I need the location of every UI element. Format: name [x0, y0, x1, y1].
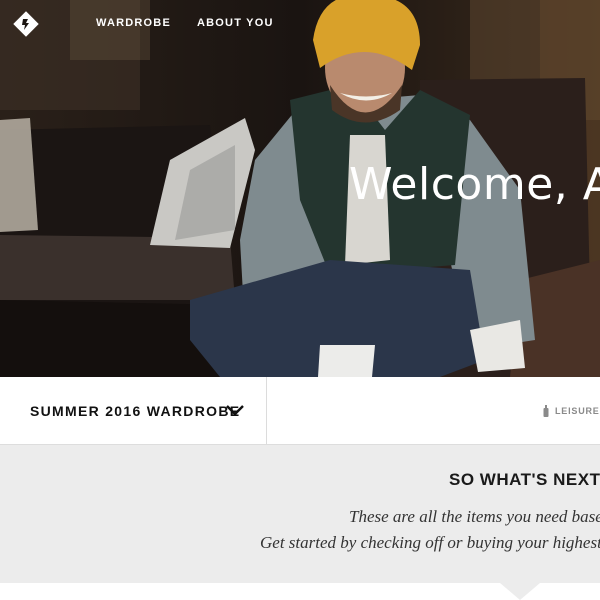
brand-logo-icon[interactable]	[13, 11, 39, 37]
nav-item-about-you[interactable]: ABOUT YOU	[197, 17, 274, 29]
wardrobe-selector-label: SUMMER 2016 WARDROBE	[30, 403, 241, 419]
whats-next-title: SO WHAT'S NEXT?	[449, 470, 600, 489]
bottle-icon	[543, 405, 549, 417]
whats-next-section: SO WHAT'S NEXT? These are all the items …	[0, 445, 600, 585]
category-leisure-label: LEISURE	[555, 406, 600, 416]
chevron-down-icon	[226, 405, 244, 416]
whats-next-line-1: These are all the items you need based o	[349, 507, 600, 526]
welcome-heading: Welcome, An	[349, 159, 600, 210]
wardrobe-bar: SUMMER 2016 WARDROBE LEISURE	[0, 377, 600, 445]
whats-next-line-2: Get started by checking off or buying yo…	[260, 533, 600, 552]
monogram-diamond-icon	[13, 11, 39, 37]
section-pointer-notch	[500, 583, 540, 600]
nav-item-wardrobe[interactable]: WARDROBE	[96, 17, 171, 29]
category-leisure[interactable]: LEISURE	[543, 405, 600, 417]
wardrobe-selector-dropdown[interactable]: SUMMER 2016 WARDROBE	[0, 377, 267, 444]
hero-banner: WARDROBE ABOUT YOU Welcome, An	[0, 0, 600, 377]
main-nav: WARDROBE ABOUT YOU	[96, 17, 274, 29]
